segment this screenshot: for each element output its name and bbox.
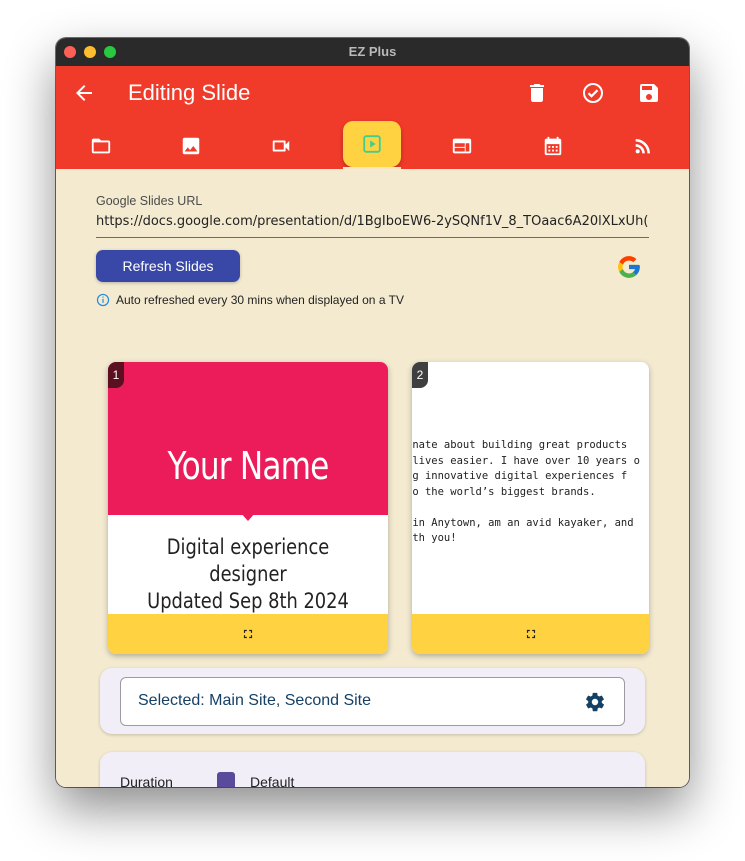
editor-content: Google Slides URL https://docs.google.co… [56, 169, 689, 787]
minimize-window-button[interactable] [84, 46, 96, 58]
gear-icon[interactable] [584, 691, 606, 713]
video-camera-icon [272, 140, 290, 152]
slide-card-1[interactable]: Your Name Digital experience designer Up… [108, 362, 388, 654]
slide-2-text: onate about building great products live… [412, 439, 640, 544]
slide-card-footer [108, 614, 388, 654]
delete-icon[interactable] [525, 81, 549, 105]
google-slides-url-field[interactable]: https://docs.google.com/presentation/d/1… [96, 214, 649, 238]
google-icon [618, 256, 640, 278]
rss-feed-icon [635, 139, 650, 154]
site-selection-field[interactable]: Selected: Main Site, Second Site [120, 677, 625, 726]
maximize-window-button[interactable] [104, 46, 116, 58]
slide-number-badge: 1 [108, 362, 124, 388]
back-arrow-icon[interactable] [72, 81, 96, 105]
tab-calendar[interactable] [524, 123, 582, 169]
slides-play-icon [363, 135, 381, 153]
window-title: EZ Plus [348, 44, 397, 59]
default-duration-checkbox[interactable] [217, 772, 235, 787]
app-window: EZ Plus Editing Slide Google Slides URL … [56, 38, 689, 787]
tab-folder[interactable] [72, 123, 130, 169]
image-icon [182, 137, 200, 155]
info-text: Auto refreshed every 30 mins when displa… [116, 293, 404, 307]
refresh-slides-button[interactable]: Refresh Slides [96, 250, 240, 282]
auto-refresh-info: Auto refreshed every 30 mins when displa… [96, 293, 404, 307]
slide-card-footer [412, 614, 649, 654]
folder-icon [91, 138, 111, 154]
slide-1-notch [240, 512, 256, 521]
save-icon[interactable] [637, 81, 661, 105]
slide-1-name: Your Name [167, 444, 330, 488]
title-bar: EZ Plus [56, 38, 689, 66]
slide-number-badge: 2 [412, 362, 428, 388]
duration-label: Duration [120, 774, 173, 787]
calendar-icon [544, 136, 562, 156]
slide-1-header [108, 362, 388, 515]
info-icon [96, 293, 110, 307]
app-bar: Editing Slide [56, 66, 689, 169]
duration-panel: Duration Default [100, 752, 645, 787]
url-label: Google Slides URL [96, 194, 203, 208]
fullscreen-icon[interactable] [241, 627, 255, 641]
close-window-button[interactable] [64, 46, 76, 58]
tab-video[interactable] [252, 123, 310, 169]
page-title: Editing Slide [128, 80, 251, 105]
slide-1-subtitle-line-2: Updated Sep 8th 2024 [147, 589, 349, 613]
tab-web[interactable] [433, 123, 491, 169]
tab-rss[interactable] [614, 123, 672, 169]
fullscreen-icon[interactable] [524, 627, 538, 641]
tab-slides[interactable] [343, 121, 401, 167]
site-selection-text: Selected: Main Site, Second Site [138, 692, 372, 709]
web-page-icon [452, 138, 472, 154]
default-checkbox-label: Default [250, 774, 295, 787]
slide-1-subtitle: Digital experience designer Updated Sep … [129, 534, 367, 615]
tab-image[interactable] [162, 123, 220, 169]
slide-1-subtitle-line-1: Digital experience designer [166, 535, 330, 586]
slide-card-2[interactable]: onate about building great products live… [412, 362, 649, 654]
site-selection-panel: Selected: Main Site, Second Site [100, 668, 645, 734]
check-circle-icon[interactable] [581, 81, 605, 105]
